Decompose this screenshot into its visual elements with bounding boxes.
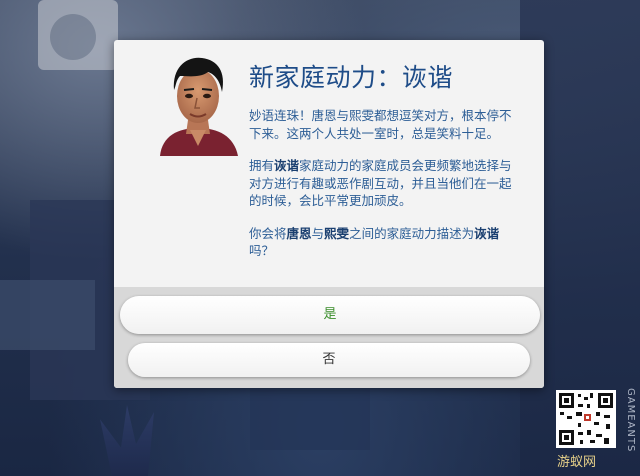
- yes-button[interactable]: 是: [120, 296, 540, 334]
- sim-name-bold: 熙雯: [324, 225, 350, 241]
- body-paragraph-2: 拥有诙谐家庭动力的家庭成员会更频繁地选择与对方进行有趣或恶作剧互动，并且当他们在…: [249, 157, 521, 210]
- text-span: 之间的家庭动力描述为: [349, 225, 475, 241]
- dialog-title: 新家庭动力：诙谐: [249, 63, 454, 92]
- dynamic-name-bold: 诙谐: [274, 158, 300, 173]
- text-span: 吗？: [249, 243, 275, 258]
- dynamic-name-bold: 诙谐: [474, 225, 500, 241]
- washing-machine: [38, 0, 118, 70]
- watermark-site: 游蚁网: [557, 455, 597, 470]
- body-paragraph-1: 妙语连珠！唐恩与熙雯都想逗笑对方，根本停不下来。这两个人共处一室时，总是笑料十足…: [249, 108, 512, 141]
- qr-code: [556, 390, 616, 448]
- sim-portrait: [160, 57, 238, 156]
- no-button[interactable]: 否: [128, 343, 530, 377]
- text-span: 与: [311, 225, 325, 241]
- text-span: 你会将: [249, 225, 287, 241]
- watermark-brand: GAMEANTS: [625, 388, 636, 453]
- dialog-body: 妙语连珠！唐恩与熙雯都想逗笑对方，根本停不下来。这两个人共处一室时，总是笑料十足…: [249, 107, 521, 275]
- body-paragraph-3: 你会将唐恩与熙雯之间的家庭动力描述为诙谐吗？: [249, 225, 521, 260]
- background-plant: [100, 405, 154, 476]
- background-rug: [250, 390, 370, 450]
- background-crate: [0, 280, 95, 350]
- button-area: 是 否: [114, 287, 544, 388]
- sim-name-bold: 唐恩: [286, 225, 312, 241]
- family-dynamic-dialog: 新家庭动力：诙谐 妙语连珠！唐恩与熙雯都想逗笑对方，根本停不下来。这两个人共处一…: [114, 40, 544, 388]
- text-span: 拥有: [249, 158, 275, 173]
